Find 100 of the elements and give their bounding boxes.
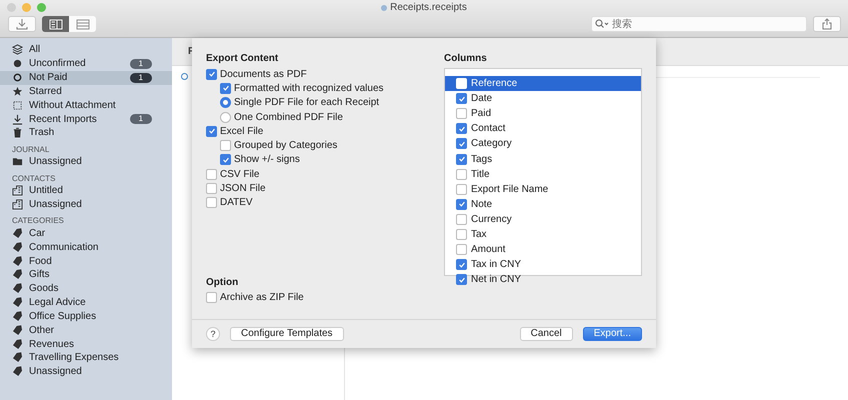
sidebar-item[interactable]: Starred xyxy=(0,84,172,98)
option-label: CSV File xyxy=(220,168,260,180)
checkbox[interactable] xyxy=(206,126,217,137)
square-icon xyxy=(12,100,23,111)
sidebar-item[interactable]: Other xyxy=(0,323,172,338)
column-row[interactable]: Paid xyxy=(445,106,641,122)
document-icon xyxy=(381,4,388,10)
sidebar-item[interactable]: Not Paid 1 xyxy=(0,70,172,85)
sidebar-item[interactable]: Revenues xyxy=(0,337,172,352)
sidebar-item[interactable]: Trash xyxy=(0,126,172,140)
column-row[interactable]: Contact xyxy=(445,121,641,136)
radio-button[interactable] xyxy=(220,112,231,123)
checkbox[interactable] xyxy=(456,259,467,270)
tag-icon xyxy=(12,352,23,364)
count-badge: 1 xyxy=(130,72,152,83)
list-view-icon xyxy=(76,18,90,30)
sidebar-item[interactable]: All xyxy=(0,43,172,57)
checkbox[interactable] xyxy=(456,244,467,256)
checkbox[interactable] xyxy=(206,292,217,304)
column-row[interactable]: Export File Name xyxy=(445,182,641,197)
option-label: JSON File xyxy=(220,183,266,194)
search-field[interactable]: 搜索 xyxy=(591,16,807,32)
tag-icon xyxy=(12,324,23,336)
sidebar-item[interactable]: Unassigned xyxy=(0,198,172,212)
checkbox[interactable] xyxy=(220,140,231,152)
radio-button[interactable] xyxy=(220,97,231,108)
column-row[interactable]: Tax in CNY xyxy=(445,257,641,272)
checkbox[interactable] xyxy=(206,168,217,180)
section-heading: Export Content xyxy=(206,52,280,66)
ring-icon xyxy=(12,72,23,84)
checkbox[interactable] xyxy=(220,154,231,166)
column-row[interactable]: Amount xyxy=(445,242,641,258)
zoom-button[interactable] xyxy=(37,3,46,12)
sidebar-item[interactable]: Travelling Expenses xyxy=(0,351,172,365)
option-label: Excel File xyxy=(220,126,264,137)
sidebar-item[interactable]: Legal Advice xyxy=(0,296,172,310)
option-label: Documents as PDF xyxy=(220,68,307,80)
building-icon xyxy=(12,199,23,210)
split-view-icon xyxy=(48,18,62,30)
checkbox[interactable] xyxy=(206,68,217,80)
sidebar-item[interactable]: Office Supplies xyxy=(0,310,172,324)
sidebar-item[interactable]: Communication xyxy=(0,240,172,254)
checkbox[interactable] xyxy=(456,93,467,104)
section-heading: JOURNAL xyxy=(11,144,50,155)
column-row[interactable]: Tags xyxy=(445,151,641,167)
column-row[interactable]: Title xyxy=(445,166,641,182)
checkbox[interactable] xyxy=(456,168,467,180)
column-row[interactable]: Date xyxy=(445,91,641,106)
download-icon xyxy=(12,114,23,125)
option-label: One Combined PDF File xyxy=(234,112,343,123)
sidebar-item[interactable]: Recent Imports 1 xyxy=(0,112,172,126)
sidebar-item[interactable]: Gifts xyxy=(0,268,172,282)
checkbox[interactable] xyxy=(206,183,217,194)
section-heading: Option xyxy=(206,276,240,290)
tag-icon xyxy=(12,310,23,322)
checkbox[interactable] xyxy=(220,82,231,94)
column-row[interactable]: Net in CNY xyxy=(445,272,641,288)
section-heading: CONTACTS xyxy=(11,172,56,184)
option-label: Archive as ZIP File xyxy=(220,292,304,304)
column-row[interactable]: Reference xyxy=(445,76,641,92)
column-row[interactable]: Currency xyxy=(445,212,641,227)
folder-icon xyxy=(12,156,23,168)
cancel-button[interactable]: Cancel xyxy=(520,327,573,341)
sidebar-item[interactable]: Goods xyxy=(0,282,172,296)
checkbox[interactable] xyxy=(456,184,467,195)
share-button[interactable] xyxy=(813,16,841,32)
list-view-button[interactable] xyxy=(69,16,96,32)
tag-icon xyxy=(12,228,23,239)
help-button[interactable]: ? xyxy=(206,327,220,341)
sidebar-item[interactable]: Car xyxy=(0,226,172,240)
sidebar-item[interactable]: Unconfirmed 1 xyxy=(0,56,172,71)
tag-icon xyxy=(12,338,23,350)
export-button[interactable]: Export... xyxy=(582,327,642,341)
column-row[interactable]: Tax xyxy=(445,226,641,242)
checkbox[interactable] xyxy=(456,198,467,210)
sidebar-item[interactable]: Unassigned xyxy=(0,154,172,169)
count-badge: 1 xyxy=(130,58,152,69)
trash-icon xyxy=(12,127,23,138)
checkbox[interactable] xyxy=(456,138,467,150)
checkbox[interactable] xyxy=(456,123,467,134)
tag-icon xyxy=(12,269,23,280)
tag-icon xyxy=(12,297,23,308)
layers-icon xyxy=(12,44,23,56)
checkbox[interactable] xyxy=(456,154,467,165)
checkbox[interactable] xyxy=(456,274,467,286)
checkbox[interactable] xyxy=(456,108,467,120)
checkbox[interactable] xyxy=(456,228,467,240)
checkbox[interactable] xyxy=(206,197,217,208)
column-row[interactable]: Category xyxy=(445,136,641,152)
sidebar-item[interactable]: Without Attachment xyxy=(0,98,172,112)
sidebar-item[interactable]: Unassigned xyxy=(0,364,172,379)
configure-templates-button[interactable]: Configure Templates xyxy=(230,327,344,341)
checkbox[interactable] xyxy=(456,214,467,225)
split-view-button[interactable] xyxy=(42,16,69,32)
sidebar-item[interactable]: Untitled xyxy=(0,184,172,198)
sidebar-item[interactable]: Food xyxy=(0,254,172,268)
option-label: Show +/- signs xyxy=(234,154,300,166)
column-row[interactable]: Note xyxy=(445,196,641,212)
import-button[interactable] xyxy=(8,16,36,32)
tag-icon xyxy=(12,242,23,253)
